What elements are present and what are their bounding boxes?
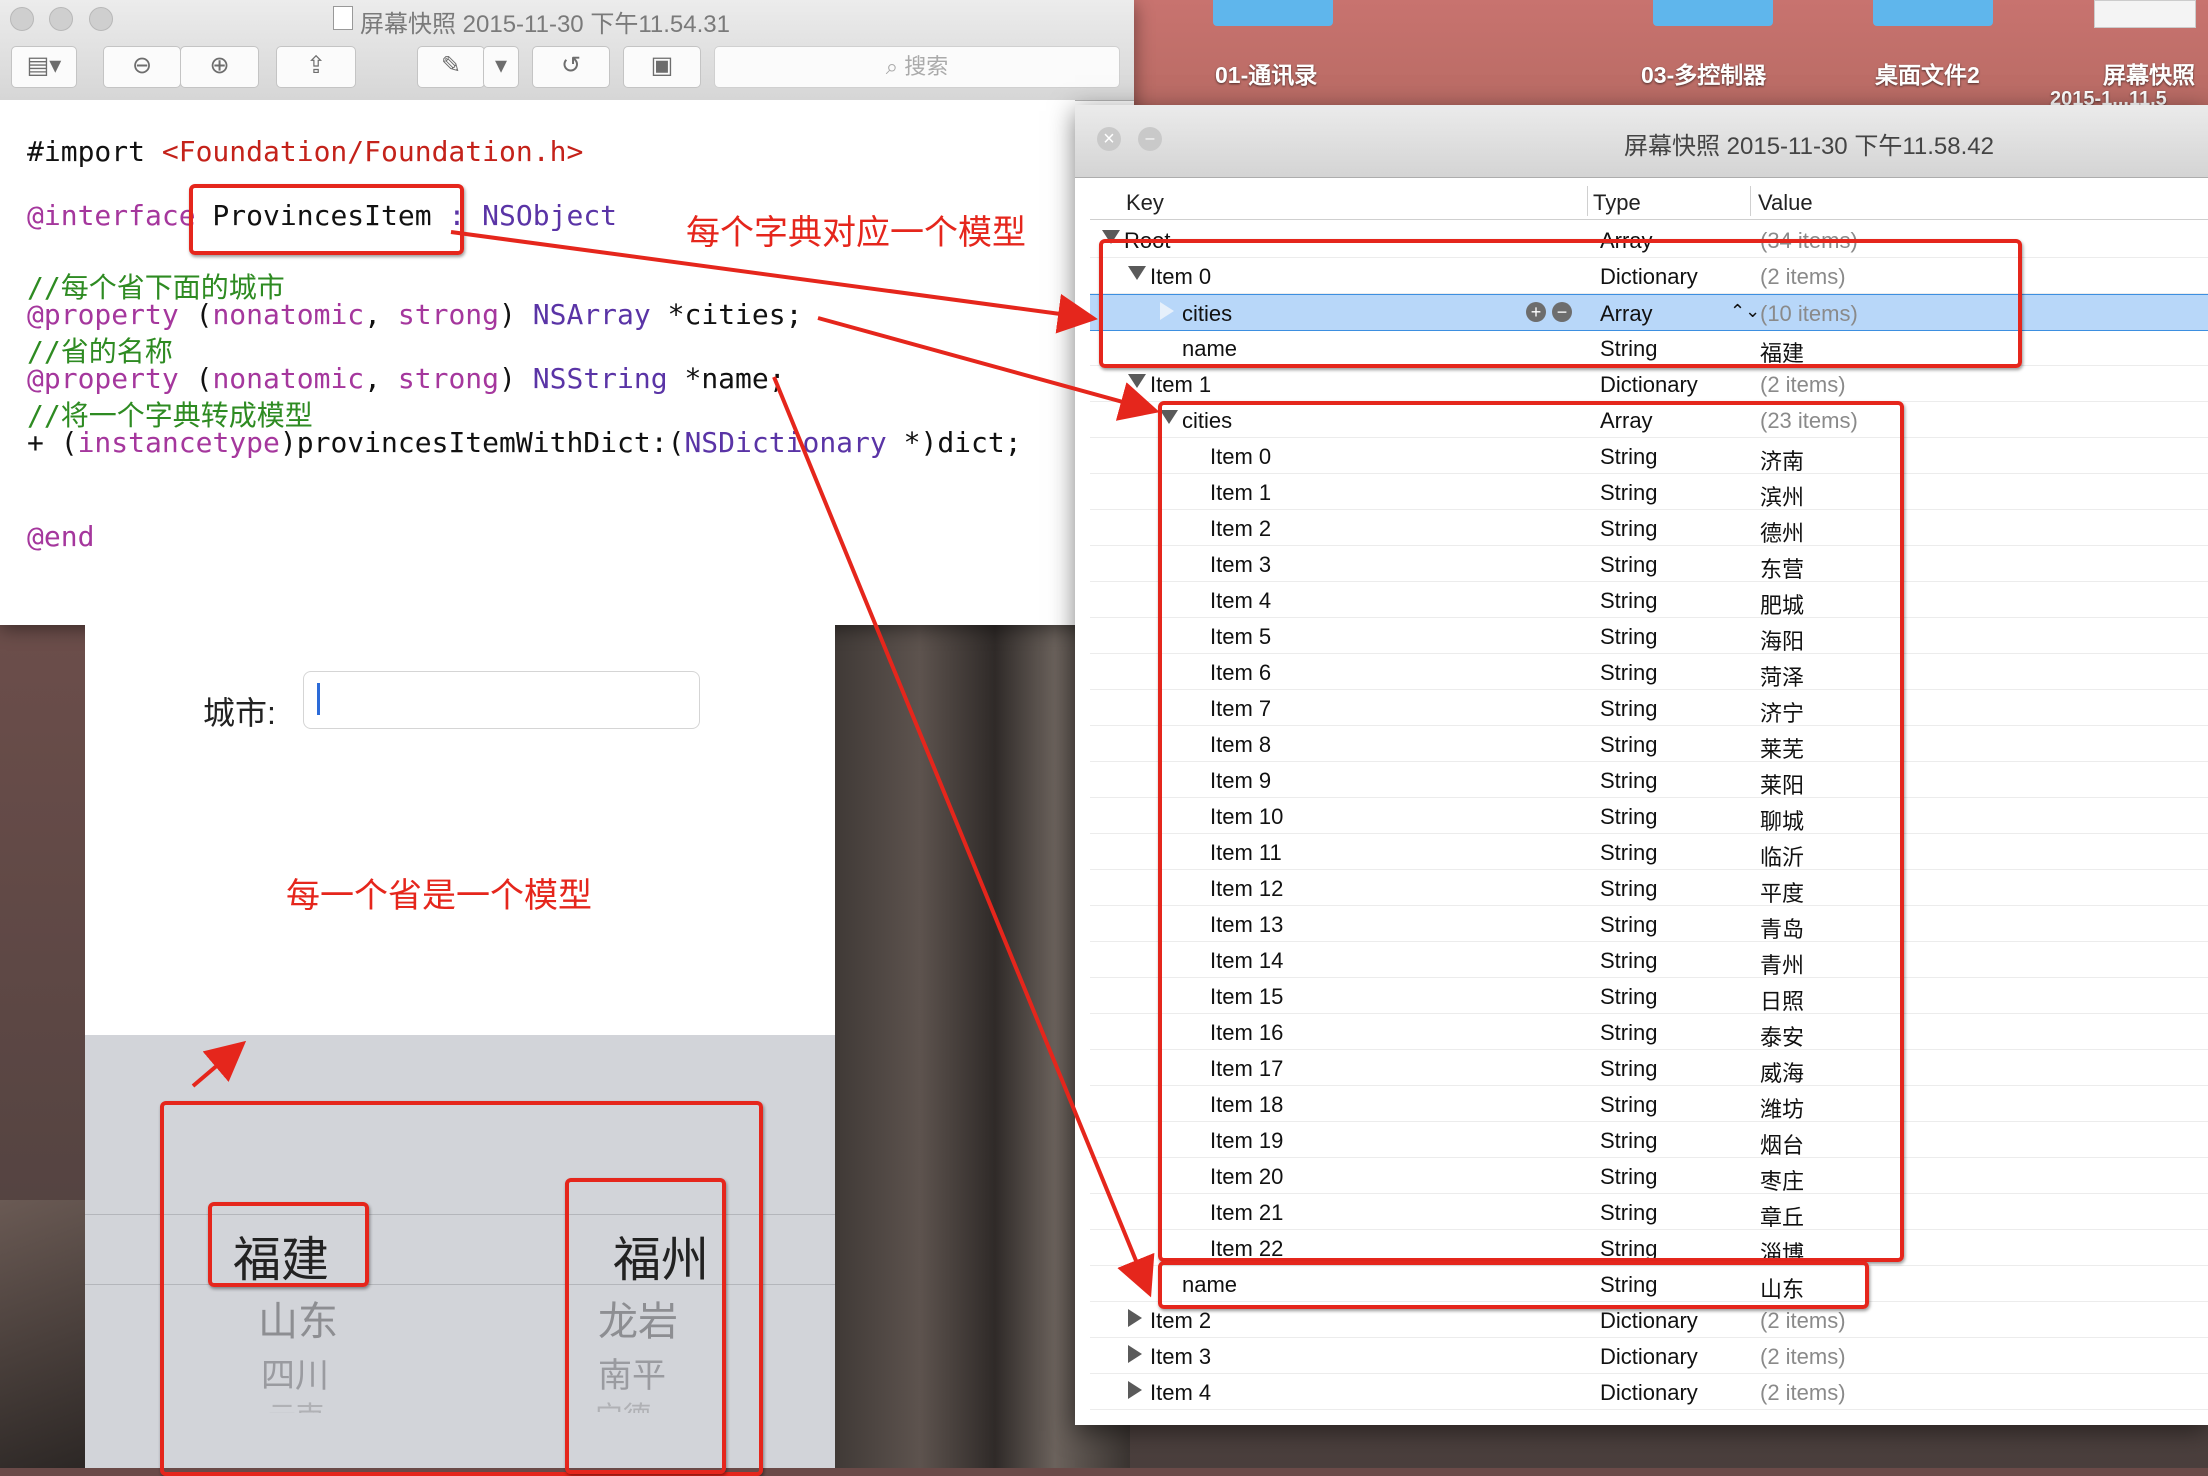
annotation-arrows bbox=[191, 230, 1160, 1298]
arrow-picker-pointer bbox=[191, 1040, 247, 1088]
arrow-class-to-item0 bbox=[450, 230, 1098, 334]
arrow-name-to-string bbox=[772, 376, 1155, 1298]
arrow-cities-to-array bbox=[817, 316, 1160, 421]
